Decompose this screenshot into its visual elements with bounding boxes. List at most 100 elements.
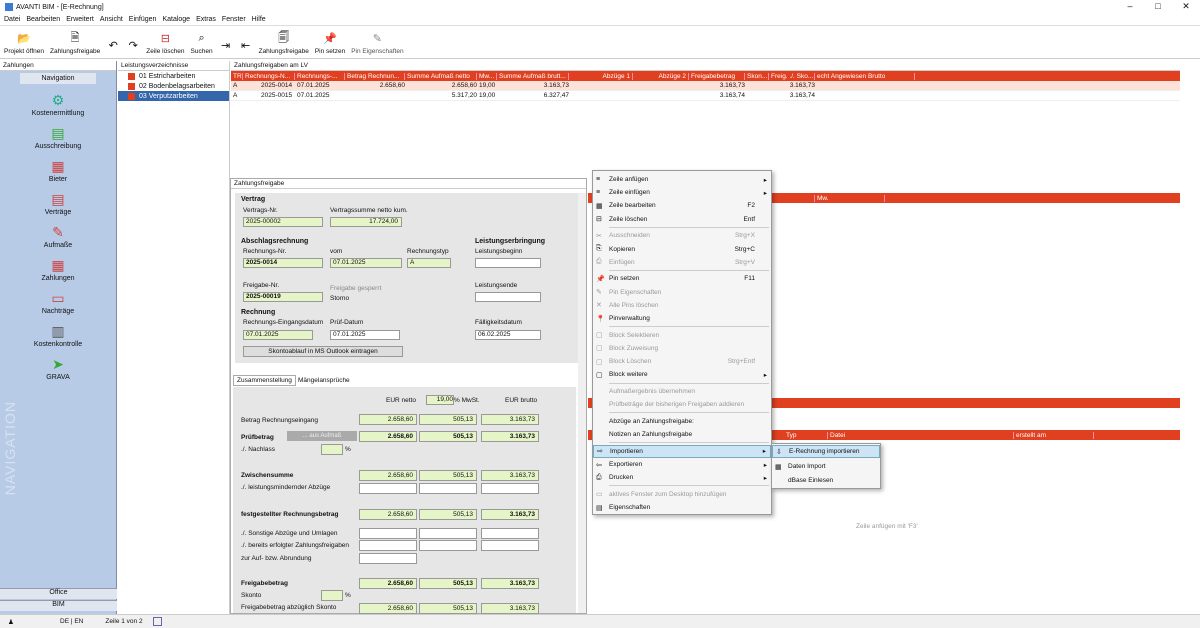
vertragsnr-field[interactable]: 2025-00002	[243, 217, 323, 227]
col-header[interactable]: Abzüge 2	[633, 72, 689, 80]
amount-brutto[interactable]: 3.163,73	[481, 414, 539, 425]
pruefdatum-field[interactable]: 07.01.2025	[330, 330, 400, 340]
empty-field[interactable]	[359, 483, 417, 494]
amount-mwst[interactable]: 505,13	[419, 431, 477, 442]
context-item-15[interactable]: Aufmaßergebnis übernehmen	[593, 385, 771, 398]
menu-fenster[interactable]: Fenster	[222, 16, 246, 23]
empty-field[interactable]	[359, 553, 417, 564]
context-item-19[interactable]: ⇨ Importieren ▸	[593, 444, 771, 458]
context-item-21[interactable]: ⎙ Drucken ▸	[593, 471, 771, 484]
empty-field[interactable]	[359, 528, 417, 539]
leistungsbeginn-field[interactable]	[475, 258, 541, 268]
empty-field[interactable]	[359, 540, 417, 551]
close-button[interactable]: ✕	[1172, 0, 1200, 12]
amount-brutto[interactable]: 3.163,73	[481, 509, 539, 520]
language-toggle[interactable]: DE | EN	[60, 618, 83, 625]
empty-field[interactable]	[419, 528, 477, 539]
outlook-button[interactable]: Skontoablauf in MS Outlook eintragen	[243, 346, 403, 357]
faelligkeitsdatum-field[interactable]: 06.02.2025	[475, 330, 541, 340]
zahlungsfreigabe2-button[interactable]: 🗐 Zahlungsfreigabe	[259, 31, 309, 56]
amount-netto[interactable]: 2.658,60	[359, 414, 417, 425]
undo-button[interactable]: ↶	[106, 38, 120, 55]
col-header[interactable]: echt Angewiesen Brutto	[815, 72, 915, 80]
zahlungsfreigabe-button[interactable]: 🗎 Zahlungsfreigabe	[50, 31, 100, 56]
col-header[interactable]: Summe Aufmaß netto	[405, 72, 477, 80]
col-header[interactable]: Freigabebetrag	[689, 72, 745, 80]
context-item-23[interactable]: ▤ Eigenschaften	[593, 501, 771, 514]
context-item-1[interactable]: ≡ Zeile einfügen ▸	[593, 186, 771, 199]
menu-einfuegen[interactable]: Einfügen	[129, 16, 157, 23]
lv-item[interactable]: 02 Bodenbelagsarbeiten	[118, 81, 229, 91]
scrollbar[interactable]	[578, 193, 586, 613]
col-mw[interactable]: Mw.	[815, 194, 885, 202]
amount-brutto[interactable]: 3.163,73	[481, 578, 539, 589]
context-item-7[interactable]: 📌 Pin setzen F11	[593, 272, 771, 285]
amount-mwst[interactable]: 505,13	[419, 509, 477, 520]
col-header[interactable]: Mw...	[477, 72, 497, 80]
outdent-button[interactable]: ⇤	[239, 38, 253, 55]
e-rechnung-import-item[interactable]: ⇩ E-Rechnung importieren	[772, 445, 880, 458]
aus-aufmass-button[interactable]: ... aus Aufmaß	[287, 431, 357, 441]
context-item-16[interactable]: Prüfbeträge der bisherigen Freigaben add…	[593, 398, 771, 411]
storno-checkbox[interactable]: Storno	[330, 295, 349, 302]
freigabenr-field[interactable]: 2025-00019	[243, 292, 323, 302]
context-item-4[interactable]: ✂ Ausschneiden Strg+X	[593, 229, 771, 242]
minimize-button[interactable]: –	[1116, 0, 1144, 12]
empty-field[interactable]	[481, 528, 539, 539]
col-header[interactable]: Rechnungs-N...	[243, 72, 295, 80]
dbase-item[interactable]: dBase Einlesen	[772, 474, 880, 487]
empty-field[interactable]	[481, 540, 539, 551]
office-tab[interactable]: Office	[0, 588, 117, 599]
context-item-9[interactable]: ✕ Alle Pins löschen	[593, 299, 771, 312]
empty-field[interactable]	[419, 540, 477, 551]
menu-erweitert[interactable]: Erweitert	[66, 16, 94, 23]
menu-ansicht[interactable]: Ansicht	[100, 16, 123, 23]
col-erstellt[interactable]: erstellt am	[1014, 431, 1094, 439]
amount-netto[interactable]: 2.658,60	[359, 509, 417, 520]
tab-zusammenstellung[interactable]: Zusammenstellung	[233, 375, 296, 386]
amount-netto[interactable]: 2.658,60	[359, 578, 417, 589]
lv-item[interactable]: 01 Estricharbeiten	[118, 71, 229, 81]
menu-hilfe[interactable]: Hilfe	[252, 16, 266, 23]
col-header[interactable]: TR	[231, 72, 243, 80]
bim-tab[interactable]: BIM	[0, 600, 117, 611]
context-item-2[interactable]: ▦ Zeile bearbeiten F2	[593, 199, 771, 212]
nav-nachtraege[interactable]: ▭ Nachträge	[0, 290, 116, 316]
context-item-20[interactable]: ⇦ Exportieren ▸	[593, 458, 771, 471]
col-header[interactable]: Summe Aufmaß brutt...	[497, 72, 569, 80]
pin-set-button[interactable]: 📌 Pin setzen	[315, 31, 345, 56]
nav-aufmasse[interactable]: ✎ Aufmaße	[0, 224, 116, 250]
context-item-11[interactable]: ▢ Block Selektieren	[593, 329, 771, 342]
amount-netto[interactable]: 2.658,60	[359, 470, 417, 481]
nav-vertraege[interactable]: ▤ Verträge	[0, 191, 116, 217]
context-item-17[interactable]: Abzüge an Zahlungsfreigabe:	[593, 415, 771, 428]
col-datei[interactable]: Datei	[828, 431, 1014, 439]
context-item-12[interactable]: ▢ Block Zuweisung	[593, 342, 771, 355]
delete-row-button[interactable]: ⊟ Zeile löschen	[146, 31, 184, 56]
nav-bieter[interactable]: ▦ Bieter	[0, 158, 116, 184]
table-row[interactable]: A 2025-0014 07.01.2025 2.658,60 2.658,60…	[231, 81, 1180, 91]
col-header[interactable]: Rechnungs-...	[295, 72, 345, 80]
rechnungstyp-field[interactable]: A	[407, 258, 451, 268]
nav-zahlungen[interactable]: ▦ Zahlungen	[0, 257, 116, 283]
amount-mwst[interactable]: 505,13	[419, 603, 477, 614]
open-project-button[interactable]: 📂 Projekt öffnen	[4, 31, 44, 56]
indent-button[interactable]: ⇥	[219, 38, 233, 55]
context-item-5[interactable]: ⎘ Kopieren Strg+C	[593, 243, 771, 256]
menu-bearbeiten[interactable]: Bearbeiten	[26, 16, 60, 23]
nav-grava[interactable]: ➤ GRAVA	[0, 356, 116, 382]
context-item-3[interactable]: ⊟ Zeile löschen Entf	[593, 213, 771, 226]
skonto-pct-field[interactable]	[321, 590, 343, 601]
info-icon[interactable]	[152, 617, 162, 626]
amount-mwst[interactable]: 505,13	[419, 578, 477, 589]
gesperrt-checkbox[interactable]: Freigabe gesperrt	[330, 285, 381, 292]
amount-brutto[interactable]: 3.163,73	[481, 470, 539, 481]
menu-datei[interactable]: Datei	[4, 16, 20, 23]
nachlass-pct-field[interactable]	[321, 444, 343, 455]
context-item-22[interactable]: ▭ aktives Fenster zum Desktop hinzufügen	[593, 488, 771, 501]
eingangsdatum-field[interactable]: 07.01.2025	[243, 330, 313, 340]
context-item-10[interactable]: 📍 Pinverwaltung	[593, 312, 771, 325]
leistungsende-field[interactable]	[475, 292, 541, 302]
menu-extras[interactable]: Extras	[196, 16, 216, 23]
amount-netto[interactable]: 2.658,60	[359, 603, 417, 614]
